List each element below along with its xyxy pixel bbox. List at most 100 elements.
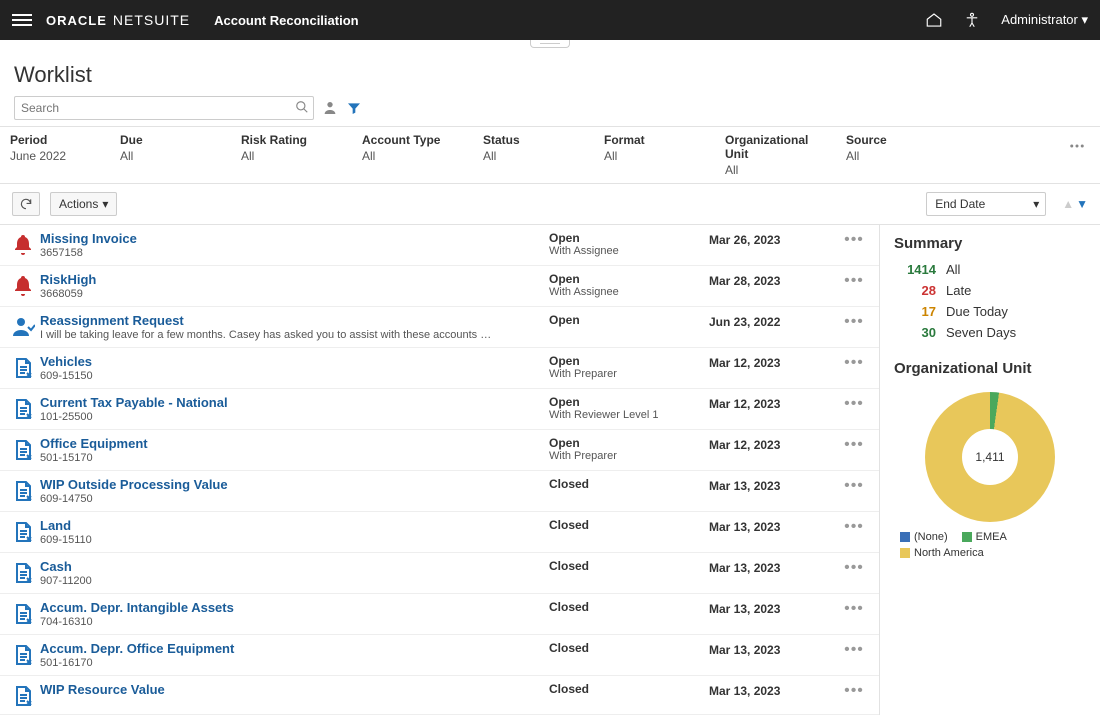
- row-title[interactable]: WIP Outside Processing Value: [40, 477, 549, 492]
- legend-na[interactable]: North America: [900, 547, 984, 559]
- row-title[interactable]: WIP Resource Value: [40, 682, 549, 697]
- filter-icon[interactable]: [346, 100, 362, 116]
- home-icon[interactable]: [925, 11, 943, 29]
- legend-emea[interactable]: EMEA: [962, 531, 1007, 543]
- doc-icon: [6, 395, 40, 421]
- row-menu-icon[interactable]: •••: [839, 231, 869, 249]
- row-subtitle: 501-16170: [40, 657, 549, 669]
- user-filter-icon[interactable]: [322, 100, 338, 116]
- search-input[interactable]: [14, 96, 314, 120]
- row-title[interactable]: Office Equipment: [40, 436, 549, 451]
- user-menu[interactable]: Administrator ▾: [1001, 12, 1088, 28]
- list-row[interactable]: Accum. Depr. Office Equipment501-16170Cl…: [0, 635, 879, 676]
- row-menu-icon[interactable]: •••: [839, 395, 869, 413]
- row-menu-icon[interactable]: •••: [839, 436, 869, 454]
- row-date: Mar 12, 2023: [709, 436, 839, 452]
- row-title[interactable]: Land: [40, 518, 549, 533]
- search-icon[interactable]: [295, 100, 309, 114]
- legend-none[interactable]: (None): [900, 531, 948, 543]
- list-row[interactable]: Reassignment RequestI will be taking lea…: [0, 307, 879, 348]
- bell-icon: [6, 231, 40, 257]
- summary-title: Summary: [894, 235, 1086, 252]
- row-date: Mar 28, 2023: [709, 272, 839, 288]
- row-menu-icon[interactable]: •••: [839, 518, 869, 536]
- row-date: Jun 23, 2022: [709, 313, 839, 329]
- list-row[interactable]: Accum. Depr. Intangible Assets704-16310C…: [0, 594, 879, 635]
- stat-all[interactable]: 1414 All: [894, 262, 1086, 277]
- filter-bar: PeriodJune 2022 DueAll Risk RatingAll Ac…: [0, 126, 1100, 184]
- list-row[interactable]: Missing Invoice3657158OpenWith AssigneeM…: [0, 225, 879, 266]
- doc-icon: [6, 354, 40, 380]
- filter-more-icon[interactable]: [1068, 137, 1086, 155]
- row-date: Mar 13, 2023: [709, 600, 839, 616]
- app-module-title: Account Reconciliation: [214, 13, 358, 28]
- filter-account-type[interactable]: Account TypeAll: [352, 127, 473, 183]
- row-status: Closed: [549, 477, 709, 491]
- list-row[interactable]: WIP Outside Processing Value609-14750Clo…: [0, 471, 879, 512]
- row-status: Closed: [549, 518, 709, 532]
- filter-period[interactable]: PeriodJune 2022: [0, 127, 110, 183]
- row-title[interactable]: Accum. Depr. Intangible Assets: [40, 600, 549, 615]
- row-title[interactable]: Current Tax Payable - National: [40, 395, 549, 410]
- sort-field-select[interactable]: End Date ▾: [926, 192, 1046, 216]
- menu-icon[interactable]: [12, 11, 32, 29]
- doc-icon: [6, 436, 40, 462]
- row-menu-icon[interactable]: •••: [839, 354, 869, 372]
- row-menu-icon[interactable]: •••: [839, 559, 869, 577]
- chevron-down-icon: ▾: [1033, 197, 1039, 211]
- list-row[interactable]: Land609-15110ClosedMar 13, 2023•••: [0, 512, 879, 553]
- row-menu-icon[interactable]: •••: [839, 477, 869, 495]
- row-title[interactable]: Cash: [40, 559, 549, 574]
- row-status: Closed: [549, 559, 709, 573]
- chart-legend: (None) EMEA North America: [894, 531, 1086, 559]
- row-date: Mar 13, 2023: [709, 682, 839, 698]
- row-title[interactable]: Missing Invoice: [40, 231, 549, 246]
- filter-format[interactable]: FormatAll: [594, 127, 715, 183]
- filter-org-unit[interactable]: Organizational UnitAll: [715, 127, 836, 183]
- accessibility-icon[interactable]: [963, 11, 981, 29]
- row-status: Closed: [549, 682, 709, 696]
- row-menu-icon[interactable]: •••: [839, 682, 869, 700]
- row-subtitle: 609-15150: [40, 370, 549, 382]
- panel-handle[interactable]: [530, 40, 570, 48]
- stat-seven-days[interactable]: 30 Seven Days: [894, 325, 1086, 340]
- stat-late[interactable]: 28 Late: [894, 283, 1086, 298]
- row-status: Closed: [549, 600, 709, 614]
- list-row[interactable]: Current Tax Payable - National101-25500O…: [0, 389, 879, 430]
- row-status: OpenWith Assignee: [549, 231, 709, 257]
- row-date: Mar 13, 2023: [709, 518, 839, 534]
- row-menu-icon[interactable]: •••: [839, 272, 869, 290]
- brand-oracle: ORACLE: [46, 13, 107, 28]
- doc-icon: [6, 682, 40, 708]
- row-title[interactable]: Reassignment Request: [40, 313, 549, 328]
- row-menu-icon[interactable]: •••: [839, 600, 869, 618]
- filter-risk[interactable]: Risk RatingAll: [231, 127, 352, 183]
- sort-desc-icon[interactable]: ▼: [1076, 197, 1088, 211]
- list-row[interactable]: Vehicles609-15150OpenWith PreparerMar 12…: [0, 348, 879, 389]
- row-status: OpenWith Preparer: [549, 436, 709, 462]
- row-title[interactable]: RiskHigh: [40, 272, 549, 287]
- row-title[interactable]: Vehicles: [40, 354, 549, 369]
- worklist: Missing Invoice3657158OpenWith AssigneeM…: [0, 225, 880, 715]
- sort-asc-icon[interactable]: ▲: [1062, 197, 1074, 211]
- top-bar: ORACLE NETSUITE Account Reconciliation A…: [0, 0, 1100, 40]
- list-row[interactable]: WIP Resource ValueClosedMar 13, 2023•••: [0, 676, 879, 715]
- filter-status[interactable]: StatusAll: [473, 127, 594, 183]
- person-icon: [6, 313, 40, 339]
- list-row[interactable]: Cash907-11200ClosedMar 13, 2023•••: [0, 553, 879, 594]
- row-status: Closed: [549, 641, 709, 655]
- list-row[interactable]: RiskHigh3668059OpenWith AssigneeMar 28, …: [0, 266, 879, 307]
- filter-due[interactable]: DueAll: [110, 127, 231, 183]
- row-title[interactable]: Accum. Depr. Office Equipment: [40, 641, 549, 656]
- row-date: Mar 13, 2023: [709, 477, 839, 493]
- doc-icon: [6, 641, 40, 667]
- list-row[interactable]: Office Equipment501-15170OpenWith Prepar…: [0, 430, 879, 471]
- actions-button[interactable]: Actions▾: [50, 192, 117, 216]
- row-subtitle: 609-14750: [40, 493, 549, 505]
- row-subtitle: 704-16310: [40, 616, 549, 628]
- brand-app: NETSUITE: [113, 12, 190, 28]
- filter-source[interactable]: SourceAll: [836, 127, 957, 183]
- refresh-button[interactable]: [12, 192, 40, 216]
- row-menu-icon[interactable]: •••: [839, 313, 869, 331]
- stat-due-today[interactable]: 17 Due Today: [894, 304, 1086, 319]
